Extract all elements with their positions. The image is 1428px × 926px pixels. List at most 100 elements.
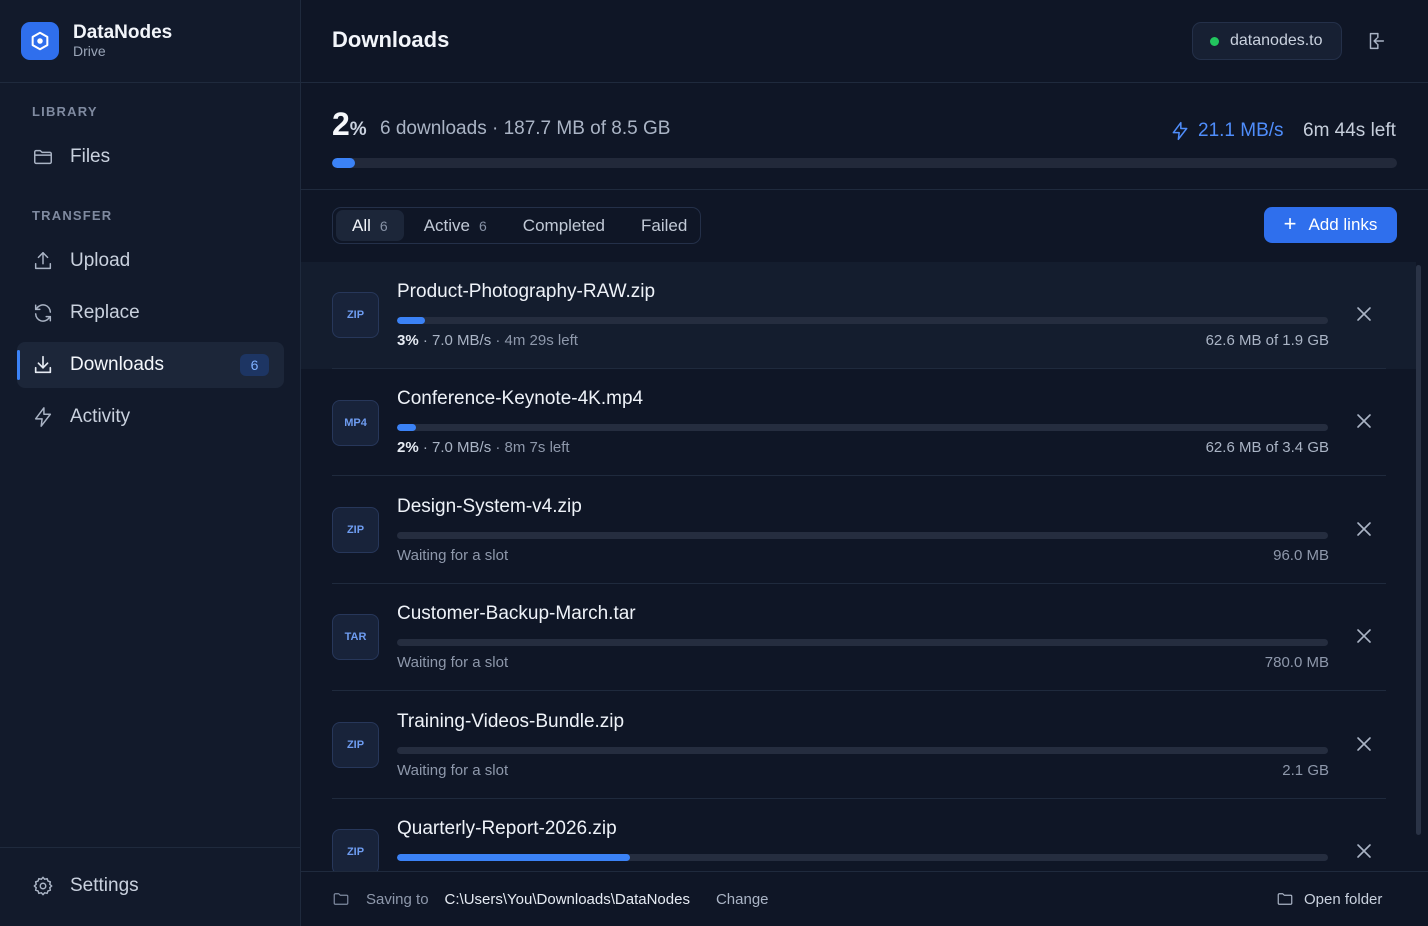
brand: DataNodes Drive [0,0,300,83]
mp4-file-icon: MP4 [332,400,379,446]
tar-file-icon: TAR [332,614,379,660]
upload-icon [31,249,55,273]
list-item[interactable]: ZIP Product-Photography-RAW.zip 3% · 7.0… [301,262,1416,369]
gear-icon [31,874,55,898]
close-icon[interactable] [1356,843,1372,859]
sidebar-item-files[interactable]: Files [17,134,284,180]
status-dot-icon [1210,36,1219,46]
file-progress-fill [397,317,425,324]
list-item[interactable]: ZIP Training-Videos-Bundle.zip Waiting f… [301,692,1416,799]
tab-completed[interactable]: Completed [507,210,621,241]
filter-bar: All 6 Active 6 Completed Failed + Add li… [301,190,1428,262]
sidebar-item-label: Replace [70,302,140,323]
host-label: datanodes.to [1230,32,1323,49]
add-links-button[interactable]: + Add links [1264,207,1397,243]
download-summary: 2% 6 downloads · 187.7 MB of 8.5 GB 21.1… [301,83,1428,190]
change-folder-button[interactable]: Change [716,891,769,908]
file-size: 96.0 MB [1273,547,1329,564]
row-divider [332,690,1386,691]
file-status: 3% · 7.0 MB/s · 4m 29s left [397,332,578,349]
speed-bolt-icon [1170,121,1190,141]
bolt-icon [31,405,55,429]
file-name: Product-Photography-RAW.zip [397,281,656,302]
list-scrollbar[interactable] [1416,265,1421,835]
file-speed: · 7.0 MB/s [418,332,492,349]
tab-all[interactable]: All 6 [336,210,404,241]
file-status: 2% · 7.0 MB/s · 8m 7s left [397,439,570,456]
section-label-transfer: TRANSFER [32,208,113,223]
sidebar-item-label: Files [70,146,111,167]
section-label-library: LIBRARY [32,104,98,119]
list-item[interactable]: ZIP Quarterly-Report-2026.zip [301,799,1416,871]
list-item[interactable]: TAR Customer-Backup-March.tar Waiting fo… [301,584,1416,691]
zip-file-icon: ZIP [332,507,379,553]
sidebar-item-label: Downloads [70,354,164,375]
host-status-pill[interactable]: datanodes.to [1192,22,1342,60]
file-progress-bar [397,424,1328,431]
logout-icon[interactable] [1365,30,1387,52]
close-icon[interactable] [1356,521,1372,537]
filter-tabs: All 6 Active 6 Completed Failed [332,207,701,244]
total-progress-bar [332,158,1397,168]
close-icon[interactable] [1356,306,1372,322]
footer-bar: Saving to C:\Users\You\Downloads\DataNod… [301,871,1428,926]
close-icon[interactable] [1356,413,1372,429]
list-item[interactable]: ZIP Design-System-v4.zip Waiting for a s… [301,477,1416,584]
file-percent: 2% [397,439,419,456]
file-status: Waiting for a slot [397,654,509,671]
speed-value: 21.1 MB/s [1198,120,1284,141]
page-title: Downloads [332,27,450,52]
tab-failed[interactable]: Failed [625,210,703,241]
file-progress-bar [397,532,1328,539]
logo-icon [21,22,59,60]
downloads-count-badge: 6 [240,354,269,376]
file-progress-bar [397,747,1328,754]
zip-file-icon: ZIP [332,829,379,871]
sidebar-item-downloads[interactable]: Downloads 6 [17,342,284,388]
file-size: 2.1 GB [1282,762,1329,779]
file-progress-bar [397,317,1328,324]
brand-subtitle: Drive [73,43,106,59]
file-size: 780.0 MB [1264,654,1329,671]
folder-icon [31,145,55,169]
folder-icon [332,890,350,908]
save-path: C:\Users\You\Downloads\DataNodes [444,890,690,908]
file-status: Waiting for a slot [397,547,509,564]
tab-label: All [352,215,371,235]
list-item[interactable]: MP4 Conference-Keynote-4K.mp4 2% · 7.0 M… [301,368,1416,476]
sidebar-item-label: Upload [70,250,131,271]
sidebar-item-settings[interactable]: Settings [17,863,284,909]
refresh-icon [31,301,55,325]
sidebar-item-replace[interactable]: Replace [17,290,284,336]
file-progress-fill [397,854,630,861]
file-percent: 3% [397,332,419,349]
total-percent-value: 2 [332,106,350,142]
sidebar-item-upload[interactable]: Upload [17,238,284,284]
file-status: Waiting for a slot [397,762,509,779]
close-icon[interactable] [1356,628,1372,644]
file-progress-bar [397,639,1328,646]
sidebar-item-label: Settings [70,875,139,896]
sidebar-item-activity[interactable]: Activity [17,394,284,440]
tab-label: Failed [641,215,688,235]
tab-count: 6 [479,217,487,234]
tab-active[interactable]: Active 6 [408,210,503,241]
file-size: 62.6 MB of 3.4 GB [1205,439,1329,456]
zip-file-icon: ZIP [332,722,379,768]
file-eta: · 8m 7s left [491,439,570,456]
sidebar-item-label: Activity [70,406,131,427]
file-name: Quarterly-Report-2026.zip [397,818,617,839]
downloads-list: ZIP Product-Photography-RAW.zip 3% · 7.0… [301,262,1416,871]
time-left: 6m 44s left [1303,120,1396,141]
add-links-label: Add links [1308,215,1378,234]
tab-label: Completed [522,215,606,235]
close-icon[interactable] [1356,736,1372,752]
file-name: Design-System-v4.zip [397,496,582,517]
open-folder-button[interactable]: Open folder [1276,890,1382,908]
settings-section: Settings [0,847,300,926]
file-name: Training-Videos-Bundle.zip [397,711,625,732]
brand-name: DataNodes [73,22,173,43]
topbar: Downloads datanodes.to [301,0,1428,83]
sidebar: DataNodes Drive LIBRARY Files TRANSFER U… [0,0,301,926]
percent-sign: % [349,119,367,140]
